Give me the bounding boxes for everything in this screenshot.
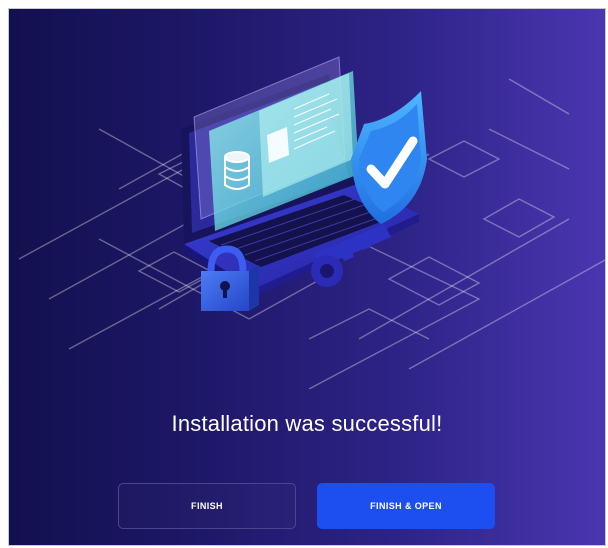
finish-open-button[interactable]: FINISH & OPEN xyxy=(317,483,495,529)
success-message: Installation was successful! xyxy=(171,411,443,436)
finish-button-label: FINISH xyxy=(191,501,223,511)
security-illustration xyxy=(18,56,605,389)
installer-window: Installation was successful! FINISH FINI… xyxy=(8,8,606,546)
finish-open-button-label: FINISH & OPEN xyxy=(370,501,442,511)
finish-button[interactable]: FINISH xyxy=(118,483,296,529)
